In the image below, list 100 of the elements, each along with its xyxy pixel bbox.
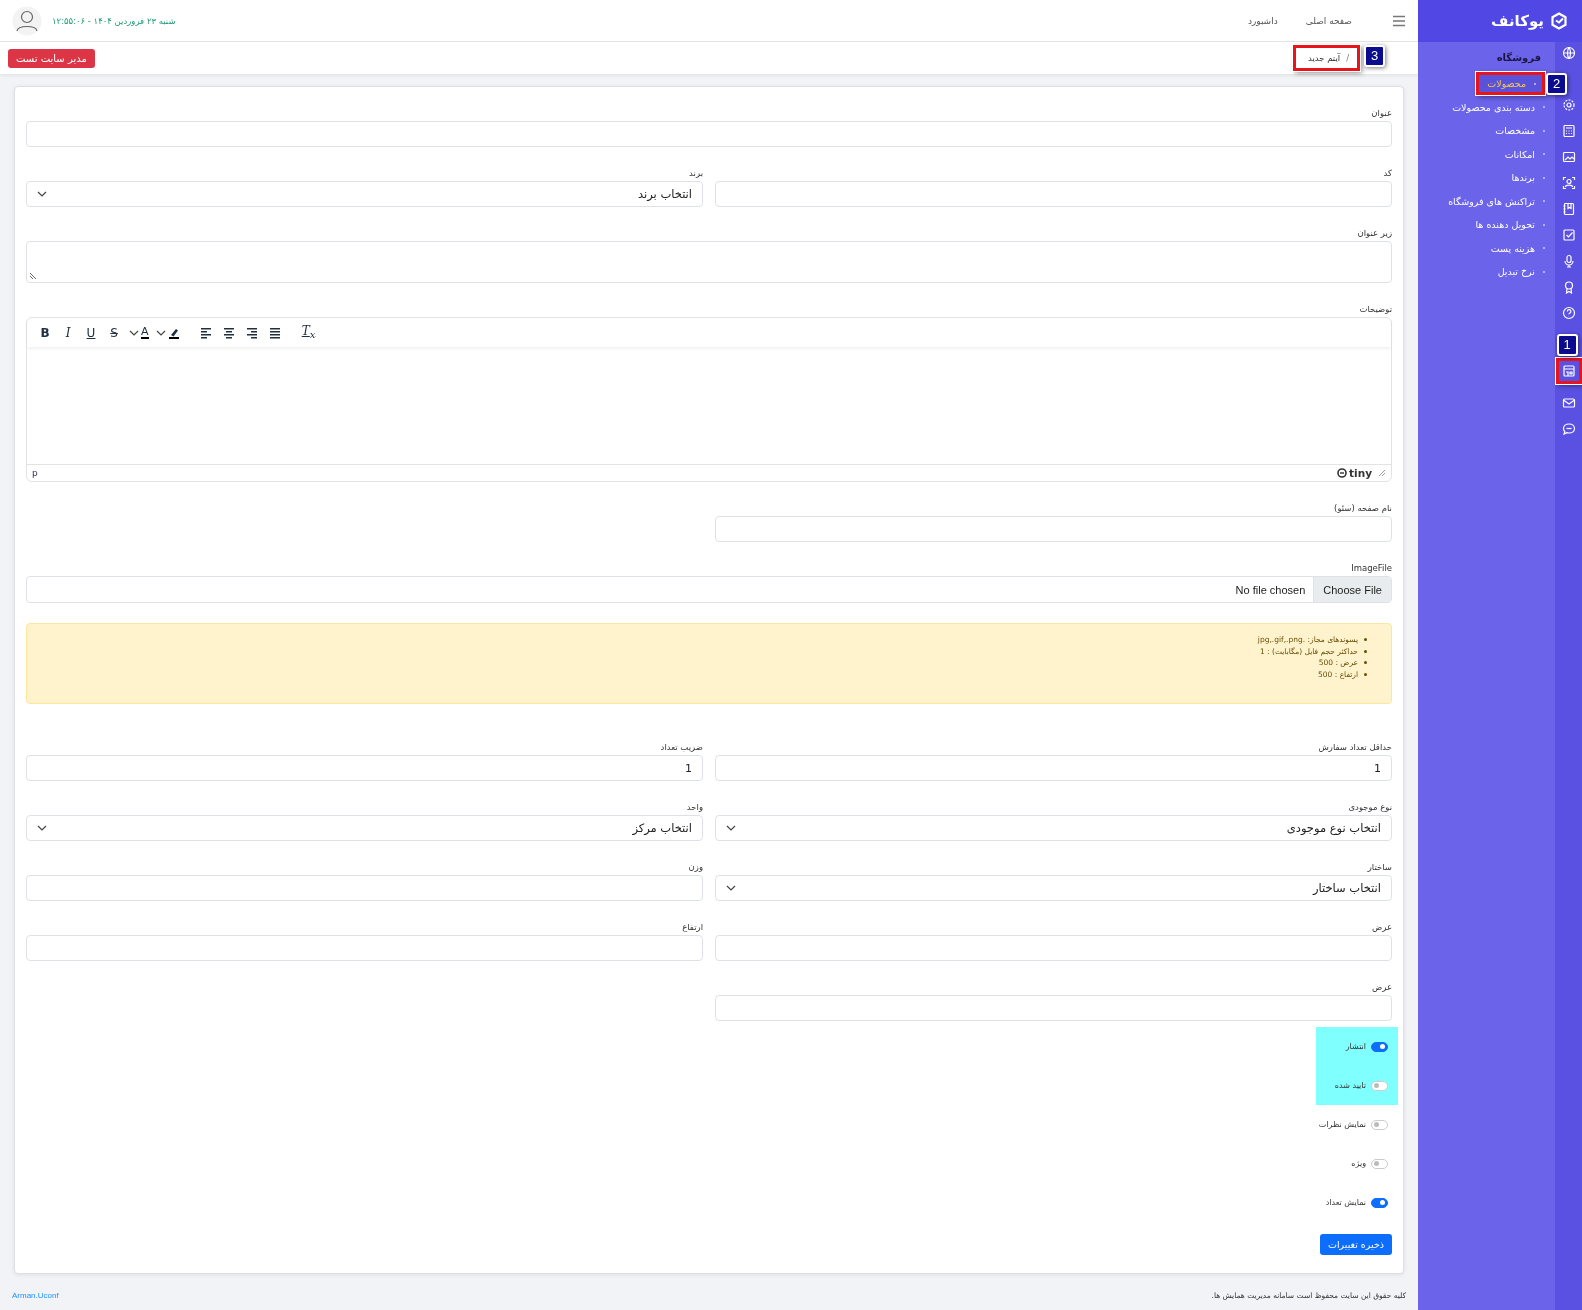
sidebar-item[interactable]: محصولات bbox=[1479, 75, 1542, 93]
nav-link[interactable]: داشبورد bbox=[1247, 15, 1278, 26]
toggle-switch[interactable] bbox=[1371, 1119, 1388, 1130]
select-field[interactable]: انتخاب مرکز bbox=[26, 815, 703, 841]
sidebar-item[interactable]: تراکنش های فروشگاه bbox=[1442, 193, 1545, 209]
field-label: نوع موجودی bbox=[1347, 801, 1392, 814]
input-field[interactable] bbox=[715, 181, 1392, 207]
input-field[interactable] bbox=[715, 516, 1392, 542]
step-badge: 3 bbox=[1364, 45, 1385, 67]
chevron-down-icon bbox=[726, 825, 736, 831]
highlighter-icon bbox=[167, 326, 180, 339]
field-label: توضیحات bbox=[1358, 303, 1392, 316]
align-right-icon bbox=[245, 326, 258, 339]
chevron-down-icon bbox=[37, 825, 47, 831]
globe-icon[interactable] bbox=[1561, 46, 1576, 60]
microphone-icon[interactable] bbox=[1561, 254, 1576, 268]
sidebar-item[interactable]: هزینه پست bbox=[1484, 240, 1545, 256]
bullet-icon bbox=[1364, 661, 1367, 665]
user-button[interactable]: مدیر سایت تست bbox=[8, 48, 95, 68]
sidebar-item[interactable]: برندها bbox=[1505, 170, 1545, 186]
date-time-text: شنبه ۲۳ فروردین ۱۴۰۴ - ۱۲:۵۵:۰۶ bbox=[52, 15, 176, 26]
chevron-down-icon bbox=[129, 329, 139, 336]
field-label: نام صفحه (سئو) bbox=[1333, 502, 1392, 515]
bullet-icon bbox=[1364, 672, 1367, 676]
underline-button[interactable]: U bbox=[81, 321, 101, 344]
select-field[interactable]: انتخاب برند bbox=[26, 181, 703, 207]
toggle-label: انتشار bbox=[1345, 1042, 1366, 1051]
field-label: عرض bbox=[1370, 981, 1392, 994]
align-left-icon bbox=[199, 326, 212, 339]
sidebar-item[interactable]: تحویل دهنده ها bbox=[1469, 217, 1545, 233]
store-icon[interactable] bbox=[1561, 364, 1576, 378]
field-label: عرض bbox=[1370, 921, 1392, 934]
clear-format-button[interactable]: T$_{x}$ bbox=[298, 321, 319, 344]
field-label: برند bbox=[688, 167, 703, 180]
bullet-icon bbox=[1364, 649, 1367, 653]
strikethrough-button[interactable]: S bbox=[104, 321, 124, 344]
menu-icon[interactable] bbox=[1392, 14, 1406, 27]
bullet-icon bbox=[1364, 638, 1367, 642]
toggle-switch[interactable] bbox=[1371, 1158, 1388, 1169]
toggle-label: نمایش تعداد bbox=[1325, 1198, 1366, 1207]
chevron-down-icon bbox=[726, 885, 736, 891]
step-badge: 2 bbox=[1546, 73, 1567, 96]
field-label: ضریب تعداد bbox=[659, 741, 703, 754]
resize-handle-icon bbox=[1378, 469, 1386, 477]
file-input[interactable]: No file chosen Choose File bbox=[26, 576, 1392, 603]
mail-icon[interactable] bbox=[1561, 396, 1576, 410]
align-center-icon bbox=[222, 326, 235, 339]
select-field[interactable]: انتخاب ساختار bbox=[715, 875, 1392, 901]
logo-icon bbox=[1550, 12, 1568, 30]
toggle-switch[interactable] bbox=[1371, 1080, 1388, 1091]
sidebar-item[interactable]: مشخصات bbox=[1489, 123, 1545, 139]
select-field[interactable]: انتخاب نوع موجودی bbox=[715, 815, 1392, 841]
sidebar-item[interactable]: امکانات bbox=[1498, 146, 1545, 162]
field-label: زیر عنوان bbox=[1356, 227, 1392, 240]
input-field[interactable] bbox=[26, 121, 1392, 147]
field-label: ارتفاع bbox=[681, 921, 703, 934]
breadcrumb-item: آیتم جدید bbox=[1307, 53, 1341, 63]
menu-section-title: فروشگاه bbox=[1495, 52, 1542, 63]
field-label: ImageFile bbox=[1350, 562, 1392, 575]
person-frame-icon[interactable] bbox=[1561, 176, 1576, 190]
calculator-icon[interactable] bbox=[1561, 124, 1576, 138]
toggle-label: تایید شده bbox=[1334, 1081, 1366, 1090]
avatar-icon[interactable] bbox=[12, 5, 42, 36]
element-path[interactable]: p bbox=[32, 468, 38, 478]
logo-text: یوکانف bbox=[1491, 12, 1544, 30]
sidebar-item[interactable]: دسته بندی محصولات bbox=[1446, 99, 1545, 115]
field-label: واحد bbox=[685, 801, 703, 814]
toggle-label: نمایش نظرات bbox=[1318, 1120, 1366, 1129]
field-label: عنوان bbox=[1370, 107, 1392, 120]
justify-icon bbox=[268, 326, 281, 339]
settings-icon[interactable] bbox=[1561, 98, 1576, 112]
save-button[interactable]: ذخیره تغییرات bbox=[1320, 1234, 1392, 1255]
field-label: کد bbox=[1382, 167, 1392, 180]
file-status-text: No file chosen bbox=[1234, 583, 1307, 596]
image-icon[interactable] bbox=[1561, 150, 1576, 164]
chevron-down-icon bbox=[155, 329, 166, 336]
input-field[interactable] bbox=[715, 995, 1392, 1021]
help-icon[interactable] bbox=[1561, 306, 1576, 320]
field-label: حداقل تعداد سفارش bbox=[1317, 741, 1392, 754]
nav-link[interactable]: صفحه اصلی bbox=[1305, 15, 1352, 26]
input-field[interactable] bbox=[715, 935, 1392, 961]
input-field[interactable]: 1 bbox=[715, 755, 1392, 781]
chevron-down-icon bbox=[37, 191, 47, 197]
field-label: وزن bbox=[687, 861, 703, 874]
italic-button[interactable]: I bbox=[58, 321, 78, 344]
checkbox-icon[interactable] bbox=[1561, 228, 1576, 242]
input-field[interactable]: 1 bbox=[26, 755, 703, 781]
text-color-button[interactable]: A bbox=[127, 321, 151, 344]
tiny-logo[interactable]: tiny bbox=[1337, 467, 1372, 479]
notebook-icon[interactable] bbox=[1561, 202, 1576, 216]
chat-icon[interactable] bbox=[1561, 422, 1576, 436]
choose-file-button[interactable]: Choose File bbox=[1313, 577, 1391, 602]
toggle-switch[interactable] bbox=[1371, 1197, 1388, 1208]
sidebar-item[interactable]: نرخ تبدیل bbox=[1491, 264, 1545, 280]
toggle-switch[interactable] bbox=[1371, 1041, 1388, 1052]
resize-handle-icon bbox=[29, 272, 37, 280]
step-badge: 1 bbox=[1556, 334, 1578, 356]
input-field[interactable] bbox=[26, 875, 703, 901]
bold-button[interactable]: B bbox=[35, 321, 55, 344]
input-field[interactable] bbox=[26, 935, 703, 961]
